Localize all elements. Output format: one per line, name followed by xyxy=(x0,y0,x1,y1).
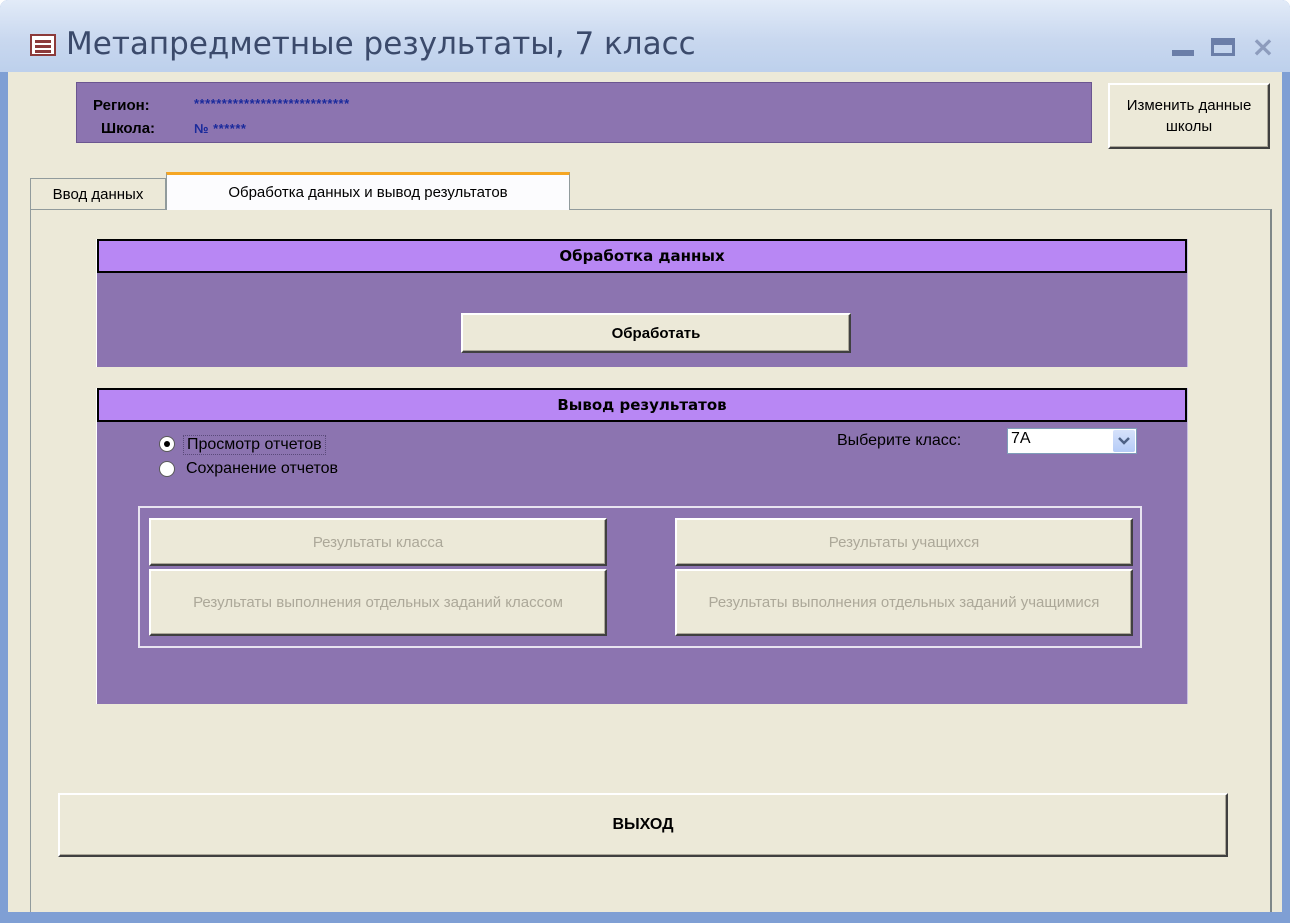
view-reports-radio[interactable] xyxy=(159,436,175,452)
minimize-icon[interactable] xyxy=(1166,32,1200,62)
form-client-area: Регион: **************************** Шко… xyxy=(8,72,1282,912)
region-label: Регион: xyxy=(93,97,150,114)
region-value: **************************** xyxy=(194,96,350,111)
window-title: Метапредметные результаты, 7 класс xyxy=(66,26,696,62)
class-select-value: 7А xyxy=(1011,430,1031,447)
class-results-button[interactable]: Результаты класса xyxy=(149,518,607,566)
close-icon[interactable]: × xyxy=(1246,32,1280,62)
school-info-header: Регион: **************************** Шко… xyxy=(76,82,1092,143)
change-school-data-button[interactable]: Изменить данные школы xyxy=(1108,83,1270,149)
chevron-down-icon[interactable] xyxy=(1113,430,1135,452)
tab-processing-output[interactable]: Обработка данных и вывод результатов xyxy=(166,172,570,210)
application-window: Метапредметные результаты, 7 класс × Рег… xyxy=(0,0,1290,923)
school-value: № ****** xyxy=(194,121,247,136)
student-results-button[interactable]: Результаты учащихся xyxy=(675,518,1133,566)
output-section-title: Вывод результатов xyxy=(97,388,1187,422)
maximize-icon[interactable] xyxy=(1206,32,1240,62)
class-select[interactable]: 7А xyxy=(1007,428,1137,454)
save-reports-radio[interactable] xyxy=(159,461,175,477)
processing-section-title: Обработка данных xyxy=(97,239,1187,273)
exit-button[interactable]: ВЫХОД xyxy=(58,793,1228,857)
student-task-results-button[interactable]: Результаты выполнения отдельных заданий … xyxy=(675,569,1133,636)
process-button[interactable]: Обработать xyxy=(461,313,851,353)
save-reports-label[interactable]: Сохранение отчетов xyxy=(186,460,338,478)
processing-section: Обработка данных Обработать xyxy=(96,239,1188,367)
tab-data-entry[interactable]: Ввод данных xyxy=(30,178,166,210)
class-select-label: Выберите класс: xyxy=(837,432,962,449)
output-section: Вывод результатов Просмотр отчетов Сохра… xyxy=(96,388,1188,704)
class-task-results-button[interactable]: Результаты выполнения отдельных заданий … xyxy=(149,569,607,636)
title-bar[interactable]: Метапредметные результаты, 7 класс × xyxy=(0,0,1290,72)
form-icon xyxy=(30,34,56,56)
view-reports-label[interactable]: Просмотр отчетов xyxy=(183,435,326,455)
school-label: Школа: xyxy=(101,120,156,137)
